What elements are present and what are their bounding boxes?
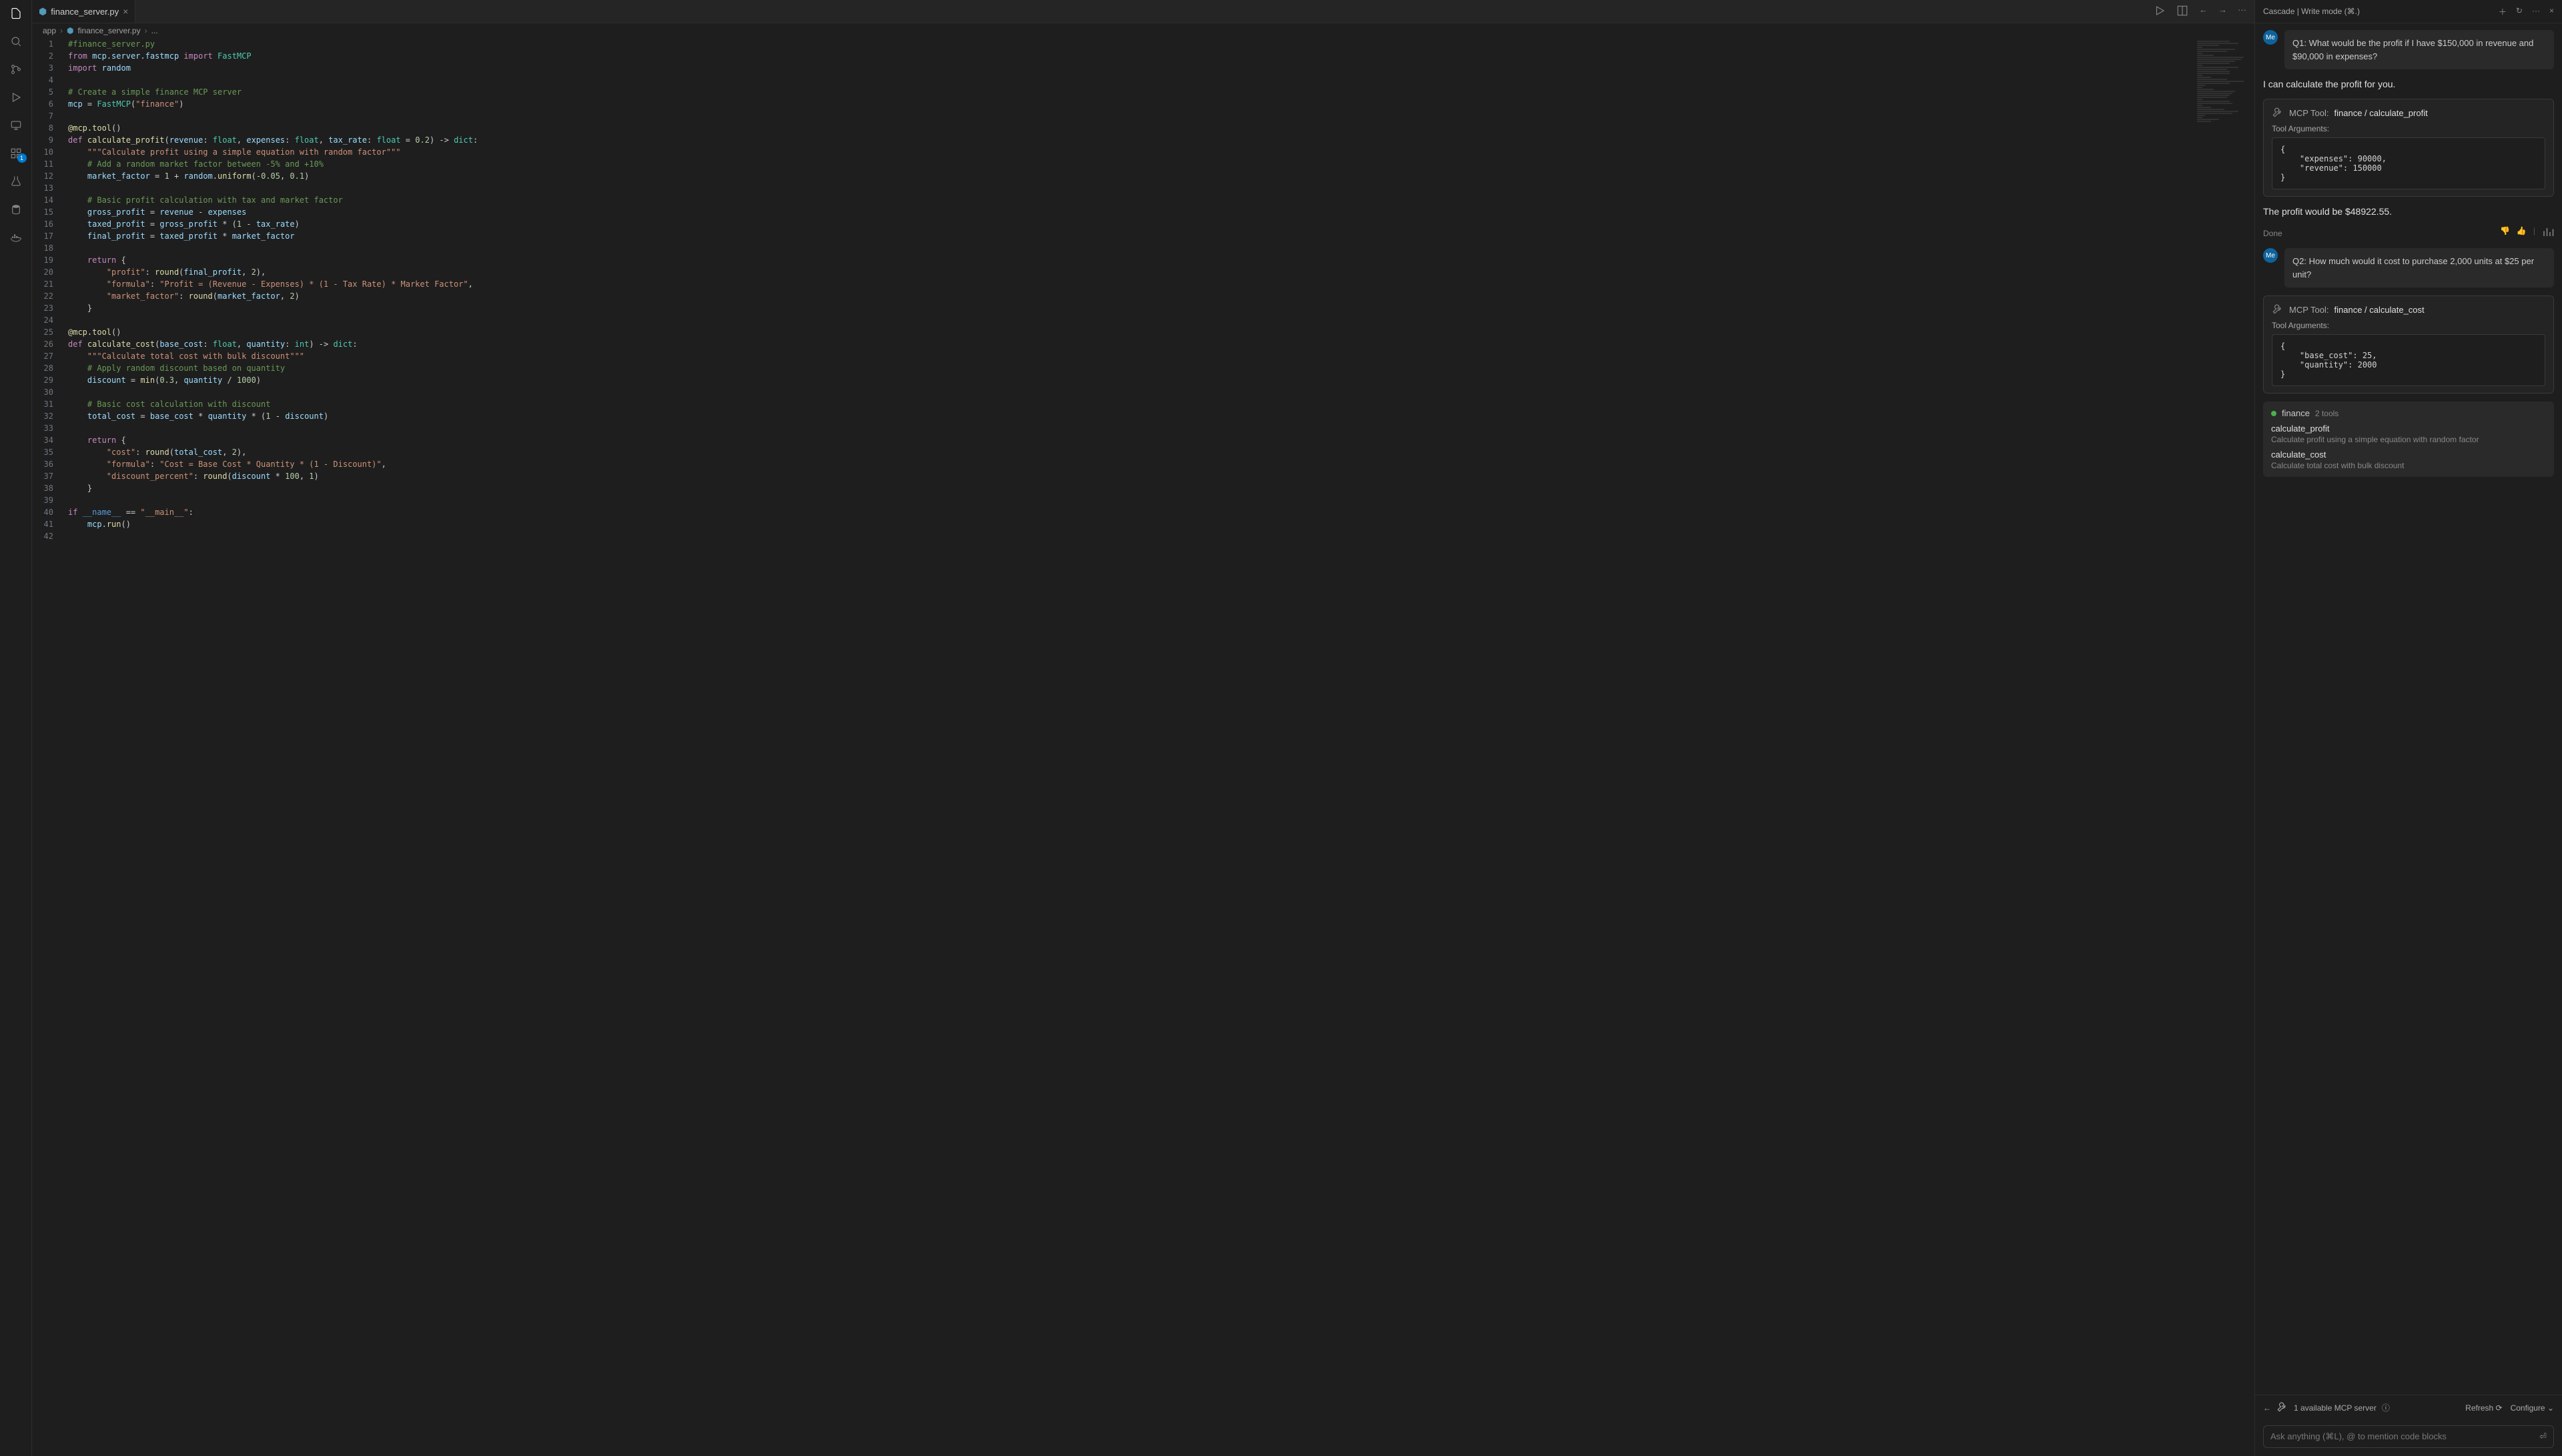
tool-desc: Calculate profit using a simple equation… [2271,435,2546,444]
files-icon[interactable] [8,5,24,21]
close-icon[interactable]: × [2549,6,2554,17]
stats-icon[interactable] [2542,226,2554,240]
cascade-body: Me Q1: What would be the profit if I hav… [2255,23,2562,1395]
tool-name: finance / calculate_cost [2334,305,2425,315]
avatar: Me [2263,248,2278,263]
breadcrumb-seg[interactable]: finance_server.py [78,26,141,35]
tool-name: calculate_cost [2271,450,2546,460]
search-icon[interactable] [8,33,24,49]
assistant-message: The profit would be $48922.55. [2263,205,2554,218]
mcp-server-card[interactable]: finance 2 tools calculate_profit Calcula… [2263,402,2554,477]
run-icon[interactable] [2154,5,2166,19]
minimap[interactable] [2194,38,2254,118]
code-content[interactable]: #finance_server.pyfrom mcp.server.fastmc… [65,38,2254,1456]
tool-args-label: Tool Arguments: [2272,124,2545,133]
avatar: Me [2263,30,2278,45]
tool-card: MCP Tool: finance / calculate_cost Tool … [2263,295,2554,394]
source-control-icon[interactable] [8,61,24,77]
python-icon: ⬢ [39,6,47,17]
input-placeholder: Ask anything (⌘L), @ to mention code blo… [2270,1431,2447,1442]
configure-button[interactable]: Configure ⌄ [2511,1403,2554,1413]
thumbs-down-icon[interactable]: 👎 [2500,226,2510,240]
python-icon: ⬢ [67,26,73,35]
tool-args-code: { "expenses": 90000, "revenue": 150000 } [2272,137,2545,189]
tool-name: calculate_profit [2271,424,2546,434]
wrench-icon [2272,106,2284,120]
tabs-bar: ⬢ finance_server.py × ← → ··· [32,0,2254,23]
chevron-right-icon: › [145,26,147,35]
main-area: ⬢ finance_server.py × ← → ··· app › ⬢ fi… [32,0,2562,1456]
breadcrumbs[interactable]: app › ⬢ finance_server.py › ... [32,23,2254,38]
more-icon[interactable]: ··· [2532,6,2540,17]
extensions-icon[interactable] [8,145,24,161]
history-icon[interactable]: ↻ [2516,6,2523,17]
breadcrumb-seg[interactable]: app [43,26,56,35]
info-icon[interactable]: ⓘ [2382,1402,2390,1413]
cascade-title: Cascade | Write mode (⌘.) [2263,7,2360,16]
docker-icon[interactable] [8,229,24,245]
breadcrumb-seg[interactable]: ... [151,26,158,35]
mcp-footer: ← 1 available MCP server ⓘ Refresh ⟳ Con… [2255,1395,2562,1420]
cascade-panel: Cascade | Write mode (⌘.) ＋ ↻ ··· × Me Q… [2255,0,2562,1456]
wrench-icon [2272,303,2284,317]
tool-desc: Calculate total cost with bulk discount [2271,461,2546,470]
debug-icon[interactable] [8,89,24,105]
close-icon[interactable]: × [123,6,128,17]
remote-icon[interactable] [8,117,24,133]
tool-prefix: MCP Tool: [2289,108,2329,118]
tool-card: MCP Tool: finance / calculate_profit Too… [2263,99,2554,197]
db-icon[interactable] [8,201,24,217]
message-text: Q2: How much would it cost to purchase 2… [2284,248,2554,287]
wrench-icon [2276,1401,2288,1415]
tools-count: 2 tools [2315,409,2338,418]
activity-bar [0,0,32,1456]
line-numbers: 1234567891011121314151617181920212223242… [32,38,65,1456]
server-tool[interactable]: calculate_cost Calculate total cost with… [2271,450,2546,470]
server-name: finance [2282,408,2310,418]
tool-prefix: MCP Tool: [2289,305,2329,315]
cascade-header: Cascade | Write mode (⌘.) ＋ ↻ ··· × [2255,0,2562,23]
editor-section: ⬢ finance_server.py × ← → ··· app › ⬢ fi… [32,0,2255,1456]
user-message: Me Q2: How much would it cost to purchas… [2263,248,2554,287]
tab-title: finance_server.py [51,7,119,17]
split-editor-icon[interactable] [2176,5,2188,19]
assistant-message: I can calculate the profit for you. [2263,77,2554,91]
editor-actions: ← → ··· [2154,5,2254,19]
done-row: Done 👎 👍 | [2263,226,2554,240]
thumbs-up-icon[interactable]: 👍 [2517,226,2527,240]
message-text: Q1: What would be the profit if I have $… [2284,30,2554,69]
plus-icon[interactable]: ＋ [2499,6,2507,17]
tool-name: finance / calculate_profit [2334,108,2428,118]
chat-input[interactable]: Ask anything (⌘L), @ to mention code blo… [2263,1425,2554,1448]
refresh-button[interactable]: Refresh ⟳ [2465,1403,2502,1413]
enter-icon[interactable]: ⏎ [2539,1431,2547,1442]
server-tool[interactable]: calculate_profit Calculate profit using … [2271,424,2546,444]
tab-finance-server[interactable]: ⬢ finance_server.py × [32,0,135,23]
user-message: Me Q1: What would be the profit if I hav… [2263,30,2554,69]
more-icon[interactable]: ··· [2238,5,2246,19]
editor-body[interactable]: 1234567891011121314151617181920212223242… [32,38,2254,1456]
done-label: Done [2263,229,2282,238]
status-dot-icon [2271,411,2276,416]
back-icon[interactable]: ← [2199,5,2208,19]
available-servers: 1 available MCP server [2294,1403,2377,1413]
forward-icon[interactable]: → [2218,5,2227,19]
tool-args-label: Tool Arguments: [2272,321,2545,330]
tool-args-code: { "base_cost": 25, "quantity": 2000 } [2272,334,2545,386]
chevron-right-icon: › [60,26,63,35]
testing-icon[interactable] [8,173,24,189]
back-icon[interactable]: ← [2263,1403,2271,1413]
